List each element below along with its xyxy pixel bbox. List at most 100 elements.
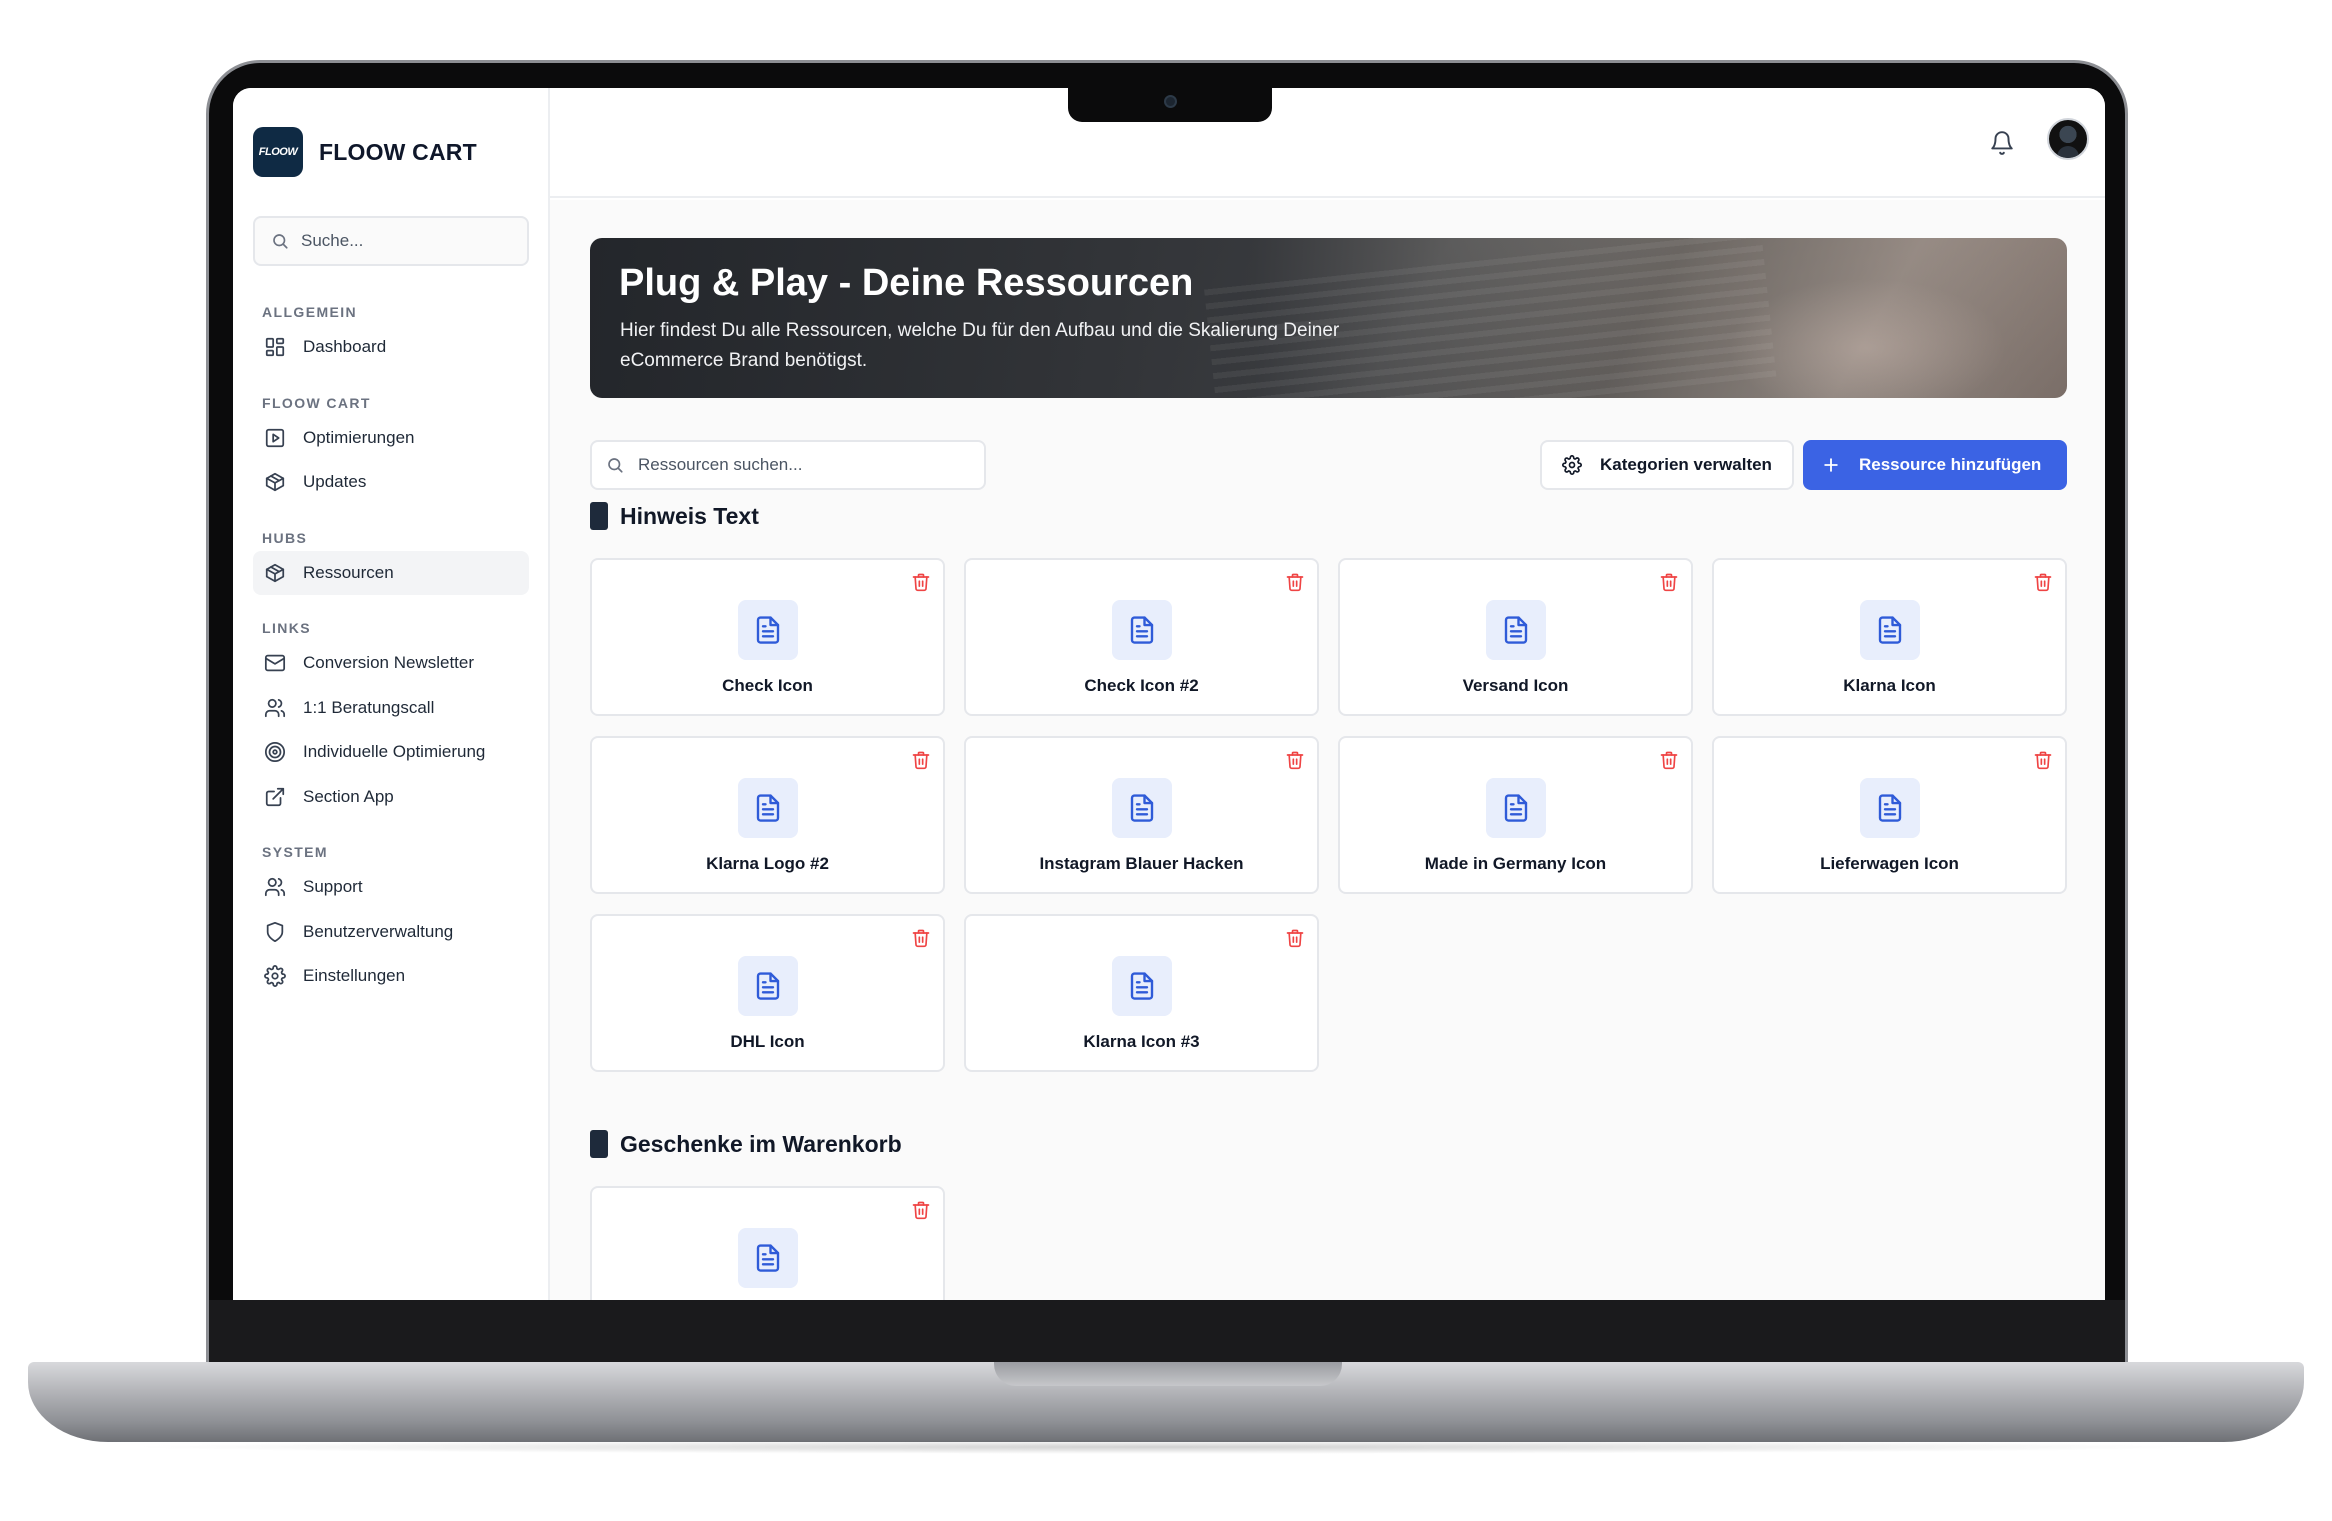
sidebar-item-benutzerverwaltung[interactable]: Benutzerverwaltung	[253, 910, 529, 954]
resource-name: Klarna Icon #3	[1083, 1032, 1200, 1051]
resource-card[interactable]: Klarna Logo #2	[590, 736, 945, 894]
sidebar-item-einstellungen[interactable]: Einstellungen	[253, 954, 529, 998]
trash-icon[interactable]	[1285, 572, 1305, 592]
topbar	[550, 88, 2105, 198]
sidebar-item-ressourcen[interactable]: Ressourcen	[253, 550, 529, 595]
category-heading: Hinweis Text	[590, 502, 759, 530]
box-icon	[263, 561, 287, 585]
document-icon	[1112, 956, 1172, 1016]
sidebar-item-1-1-beratungscall[interactable]: 1:1 Beratungscall	[253, 686, 529, 730]
resource-name: DHL Icon	[730, 1032, 805, 1051]
document-icon	[1486, 600, 1546, 660]
resource-card[interactable]: Instagram Blauer Hacken	[964, 736, 1319, 894]
trash-icon[interactable]	[1285, 928, 1305, 948]
bell-icon[interactable]	[1989, 130, 2015, 156]
users-icon	[263, 696, 287, 720]
grid-icon	[263, 335, 287, 359]
manage-categories-label: Kategorien verwalten	[1600, 455, 1772, 474]
hero-subtitle: Hier findest Du alle Ressourcen, welche …	[620, 316, 1420, 376]
resource-search-input[interactable]	[638, 455, 958, 475]
resource-card[interactable]	[590, 1186, 945, 1300]
laptop-screen: FLOOW FLOOW CART ALLGEMEIN Dashboard FLOO…	[233, 88, 2105, 1300]
document-icon	[1860, 600, 1920, 660]
document-icon	[738, 956, 798, 1016]
sidebar-item-label: Optimierungen	[303, 427, 415, 447]
resource-card[interactable]: Check Icon #2	[964, 558, 1319, 716]
gear-icon	[1562, 455, 1582, 475]
sidebar-item-label: Updates	[303, 472, 367, 491]
laptop-base-notch	[994, 1362, 1342, 1386]
category-heading: Geschenke im Warenkorb	[590, 1130, 902, 1158]
plus-icon	[1824, 458, 1838, 472]
document-icon	[738, 600, 798, 660]
trash-icon[interactable]	[911, 572, 931, 592]
trash-icon[interactable]	[911, 750, 931, 770]
section-label-allgemein: ALLGEMEIN	[262, 304, 358, 320]
external-link-icon	[263, 785, 287, 809]
add-resource-label: Ressource hinzufügen	[1859, 455, 2042, 474]
sidebar-item-label: Dashboard	[303, 337, 387, 356]
trash-icon[interactable]	[1659, 572, 1679, 592]
resource-card[interactable]: Klarna Icon	[1712, 558, 2067, 716]
mail-icon	[263, 651, 287, 675]
sidebar-item-label: Einstellungen	[303, 966, 406, 985]
brand[interactable]: FLOOW FLOOW CART	[253, 127, 477, 177]
sidebar-item-support[interactable]: Support	[253, 865, 529, 909]
shield-icon	[263, 920, 287, 944]
camera-notch	[1068, 86, 1272, 122]
resource-card[interactable]: Lieferwagen Icon	[1712, 736, 2067, 894]
resource-card[interactable]: Made in Germany Icon	[1338, 736, 1693, 894]
hero-title: Plug & Play - Deine Ressourcen	[619, 262, 1194, 304]
sidebar-item-label: Ressourcen	[303, 562, 394, 582]
trash-icon[interactable]	[2033, 750, 2053, 770]
sidebar-item-conversion-newsletter[interactable]: Conversion Newsletter	[253, 641, 529, 685]
section-label-hubs: HUBS	[262, 529, 308, 546]
resource-card[interactable]: Klarna Icon #3	[964, 914, 1319, 1072]
category-marker	[590, 1130, 608, 1158]
document-icon	[738, 1228, 798, 1288]
sidebar-item-dashboard[interactable]: Dashboard	[253, 325, 529, 369]
sidebar-item-label: Individuelle Optimierung	[303, 742, 486, 761]
sidebar-item-label: Section App	[303, 786, 394, 806]
resource-card[interactable]: Check Icon	[590, 558, 945, 716]
target-icon	[263, 740, 287, 764]
resource-name: Lieferwagen Icon	[1820, 854, 1959, 873]
trash-icon[interactable]	[911, 1200, 931, 1220]
sidebar-search	[253, 216, 529, 266]
brand-logo: FLOOW	[253, 127, 303, 177]
sidebar-item-section-app[interactable]: Section App	[253, 775, 529, 819]
hero-subtitle-line1: Hier findest Du alle Ressourcen, welche …	[620, 320, 1340, 341]
main-content: Plug & Play - Deine Ressourcen Hier find…	[550, 200, 2105, 1300]
resource-card[interactable]: DHL Icon	[590, 914, 945, 1072]
sidebar-item-label: Benutzerverwaltung	[303, 921, 454, 941]
resource-name: Versand Icon	[1462, 676, 1569, 695]
document-icon	[1860, 778, 1920, 838]
trash-icon[interactable]	[1659, 750, 1679, 770]
hero-banner: Plug & Play - Deine Ressourcen Hier find…	[590, 238, 2067, 398]
sidebar-item-optimierungen[interactable]: Optimierungen	[253, 416, 529, 460]
trash-icon[interactable]	[2033, 572, 2053, 592]
document-icon	[1112, 778, 1172, 838]
document-icon	[738, 778, 798, 838]
category-title: Geschenke im Warenkorb	[620, 1130, 902, 1157]
sidebar-search-input[interactable]	[301, 231, 521, 251]
category-title: Hinweis Text	[620, 502, 759, 529]
resource-card[interactable]: Versand Icon	[1338, 558, 1693, 716]
search-icon	[273, 234, 288, 249]
resource-name: Instagram Blauer Hacken	[1039, 854, 1244, 873]
sidebar-item-individuelle-optimierung[interactable]: Individuelle Optimierung	[253, 730, 529, 774]
trash-icon[interactable]	[1285, 750, 1305, 770]
gear-icon	[263, 964, 287, 988]
user-avatar[interactable]	[2047, 118, 2089, 160]
section-label-system: SYSTEM	[262, 844, 328, 860]
trash-icon[interactable]	[911, 928, 931, 948]
add-resource-button[interactable]: Ressource hinzufügen	[1803, 440, 2067, 490]
section-label-floow-cart: FLOOW CART	[262, 394, 371, 411]
section-label-links: LINKS	[262, 620, 311, 636]
sidebar-item-updates[interactable]: Updates	[253, 460, 529, 504]
manage-categories-button[interactable]: Kategorien verwalten	[1540, 440, 1794, 490]
laptop-chin	[209, 1300, 2125, 1362]
resource-name: Check Icon	[722, 676, 813, 695]
sidebar: FLOOW FLOOW CART ALLGEMEIN Dashboard FLOO…	[233, 88, 550, 1300]
document-icon	[1486, 778, 1546, 838]
